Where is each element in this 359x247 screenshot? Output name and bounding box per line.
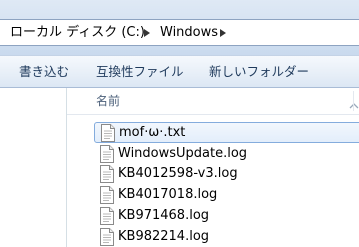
file-row[interactable]: KB4017018.log bbox=[94, 185, 359, 206]
chevron-up-icon bbox=[349, 96, 359, 109]
file-name: KB971468.log bbox=[118, 208, 210, 223]
text-file-icon bbox=[99, 186, 115, 204]
column-name-header[interactable]: 名前 bbox=[96, 88, 120, 114]
text-file-icon bbox=[99, 207, 115, 225]
chevron-right-icon[interactable] bbox=[216, 20, 230, 45]
text-file-icon bbox=[99, 165, 115, 183]
text-file-icon bbox=[99, 145, 115, 163]
burn-button[interactable]: 書き込む bbox=[19, 56, 69, 88]
breadcrumb-windows[interactable]: Windows bbox=[160, 20, 218, 45]
file-name: KB4017018.log bbox=[118, 187, 218, 202]
file-row[interactable]: WindowsUpdate.log bbox=[94, 144, 359, 165]
file-name: KB4012598-v3.log bbox=[118, 166, 238, 181]
breadcrumb-local-disk[interactable]: ローカル ディスク (C:) bbox=[10, 20, 145, 45]
file-name: WindowsUpdate.log bbox=[118, 146, 248, 161]
compatibility-files-button[interactable]: 互換性ファイル bbox=[96, 56, 184, 88]
new-folder-button[interactable]: 新しいフォルダー bbox=[209, 56, 309, 88]
address-bar-area: ローカル ディスク (C:) Windows bbox=[0, 0, 359, 55]
chevron-right-icon[interactable] bbox=[140, 20, 154, 45]
text-file-icon bbox=[100, 124, 116, 142]
column-divider[interactable] bbox=[353, 91, 354, 111]
file-row[interactable]: KB982214.log bbox=[94, 227, 359, 247]
file-row[interactable]: KB971468.log bbox=[94, 206, 359, 227]
file-row[interactable]: KB4012598-v3.log bbox=[94, 164, 359, 185]
navigation-pane[interactable] bbox=[0, 88, 66, 247]
column-header: 名前 bbox=[67, 88, 359, 115]
command-bar: 書き込む 互換性ファイル 新しいフォルダー bbox=[0, 55, 359, 88]
address-bar[interactable]: ローカル ディスク (C:) Windows bbox=[0, 19, 359, 46]
file-name: mof·ω·.txt bbox=[119, 125, 186, 140]
text-file-icon bbox=[99, 228, 115, 246]
explorer-window: ローカル ディスク (C:) Windows 書き込む 互換性ファイル 新しいフ… bbox=[0, 0, 359, 247]
file-row[interactable]: mof·ω·.txt bbox=[94, 122, 359, 143]
file-name: KB982214.log bbox=[118, 229, 210, 244]
